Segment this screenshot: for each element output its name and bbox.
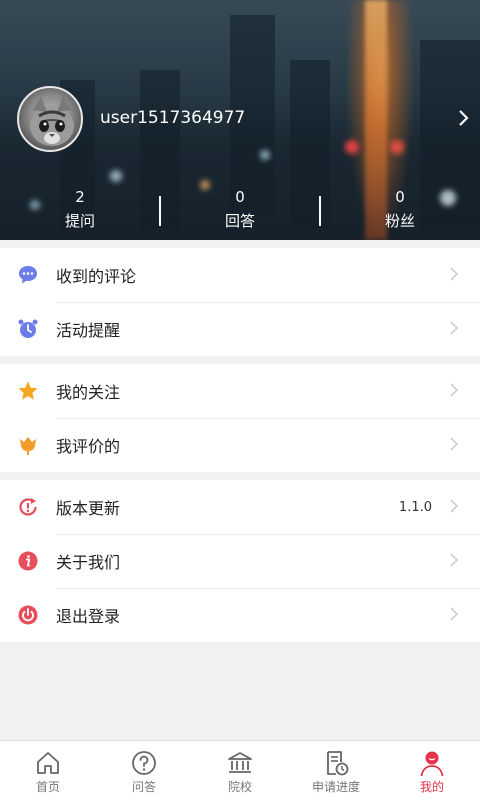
chevron-right-icon [450,435,480,456]
avatar[interactable] [17,86,83,152]
menu-label: 我的关注 [56,383,121,402]
menu-item-activity-reminder[interactable]: 活动提醒 [0,302,480,356]
menu-item-version-update[interactable]: 版本更新 1.1.0 [0,480,480,534]
tab-qa[interactable]: 问答 [96,749,192,795]
tab-mine[interactable]: 我的 [384,749,480,795]
menu-list: 收到的评论 活动提醒 我的关注 我评价的 版本更新 1.1.0 关于我们 退出登… [0,240,480,642]
power-icon [0,604,56,626]
profile-stats: 2 提问 0 回答 0 粉丝 [0,186,480,238]
version-value: 1.1.0 [398,499,432,515]
user-icon [420,751,444,777]
menu-group-personal: 我的关注 我评价的 [0,364,480,472]
menu-label: 我评价的 [56,437,121,456]
profile-chevron-icon[interactable] [458,108,470,132]
tab-schools[interactable]: 院校 [192,749,288,795]
tab-application-progress-label: 申请进度 [311,780,360,794]
stat-answers-label: 回答 [224,212,255,230]
menu-label: 版本更新 [56,499,121,518]
menu-item-received-comments[interactable]: 收到的评论 [0,248,480,302]
chevron-right-icon [450,551,480,572]
stat-answers[interactable]: 0 回答 [160,186,320,234]
stat-questions-label: 提问 [64,212,95,230]
tulip-icon [0,434,56,456]
stat-fans[interactable]: 0 粉丝 [320,186,480,234]
tab-home[interactable]: 首页 [0,749,96,795]
menu-label: 活动提醒 [56,321,121,340]
stat-questions-count: 2 [75,188,85,206]
menu-label: 关于我们 [56,553,121,572]
stat-questions[interactable]: 2 提问 [0,186,160,234]
username[interactable]: user1517364977 [100,108,245,128]
tab-home-label: 首页 [35,780,60,794]
tab-schools-label: 院校 [227,780,252,794]
menu-group-system: 版本更新 1.1.0 关于我们 退出登录 [0,480,480,642]
menu-item-about-us[interactable]: 关于我们 [0,534,480,588]
star-icon [0,380,56,402]
menu-item-my-reviews[interactable]: 我评价的 [0,418,480,472]
tab-mine-label: 我的 [419,780,444,794]
menu-item-logout[interactable]: 退出登录 [0,588,480,642]
menu-label: 退出登录 [56,607,121,626]
alarm-clock-icon [0,318,56,340]
stat-fans-count: 0 [395,188,405,206]
chevron-right-icon [450,497,480,518]
chevron-right-icon [450,319,480,340]
profile-header: user1517364977 2 提问 0 回答 0 粉丝 [0,0,480,240]
home-icon [37,752,59,774]
menu-item-my-follows[interactable]: 我的关注 [0,364,480,418]
refresh-alert-icon [0,496,56,518]
menu-label: 收到的评论 [56,267,137,286]
chevron-right-icon [450,605,480,626]
chevron-right-icon [450,381,480,402]
info-icon [0,550,56,572]
school-building-icon [228,752,252,773]
tab-application-progress[interactable]: 申请进度 [288,749,384,795]
stat-fans-label: 粉丝 [384,212,415,230]
progress-document-icon [327,751,349,776]
bottom-tab-bar: 首页 问答 院校 申请进度 我的 [0,740,480,800]
menu-group-notifications: 收到的评论 活动提醒 [0,248,480,356]
stat-answers-count: 0 [235,188,245,206]
question-icon [132,751,156,775]
comment-bubble-icon [0,264,56,286]
tab-qa-label: 问答 [131,780,156,794]
chevron-right-icon [450,265,480,286]
